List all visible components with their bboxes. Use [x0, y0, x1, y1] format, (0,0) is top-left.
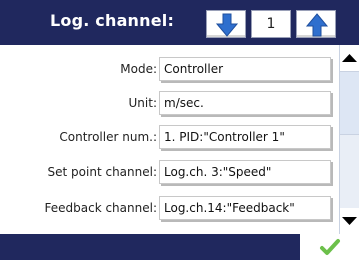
previous-channel-button[interactable] — [206, 10, 246, 38]
vertical-scrollbar[interactable] — [339, 45, 359, 234]
unit-field[interactable]: m/sec. — [159, 91, 331, 115]
channel-number-display[interactable]: 1 — [251, 10, 291, 38]
header-title: Log. channel: — [50, 11, 175, 30]
header-bar: Log. channel: 1 — [0, 0, 359, 45]
mode-field[interactable]: Controller — [159, 57, 331, 81]
arrow-down-icon — [215, 13, 239, 37]
confirm-button[interactable] — [300, 234, 359, 260]
scroll-thumb[interactable] — [340, 71, 359, 135]
set-point-channel-field[interactable]: Log.ch. 3:"Speed" — [159, 160, 331, 184]
scroll-down-button[interactable] — [340, 208, 359, 234]
next-channel-button[interactable] — [296, 10, 336, 38]
triangle-down-icon — [342, 217, 357, 225]
settings-panel: Mode: Controller Unit: m/sec. Controller… — [0, 45, 359, 234]
set-point-channel-label: Set point channel: — [47, 165, 157, 179]
scroll-up-button[interactable] — [340, 45, 359, 71]
controller-num-field[interactable]: 1. PID:"Controller 1" — [159, 125, 331, 149]
log-channel-screen: Log. channel: 1 Mode: Controller Unit: m… — [0, 0, 359, 260]
feedback-channel-label: Feedback channel: — [44, 201, 158, 215]
arrow-up-icon — [305, 13, 329, 37]
unit-label: Unit: — [128, 96, 157, 110]
checkmark-icon — [320, 239, 340, 255]
feedback-channel-field[interactable]: Log.ch.14:"Feedback" — [159, 196, 331, 220]
triangle-up-icon — [342, 54, 357, 62]
controller-num-label: Controller num.: — [59, 130, 157, 144]
mode-label: Mode: — [120, 62, 157, 76]
